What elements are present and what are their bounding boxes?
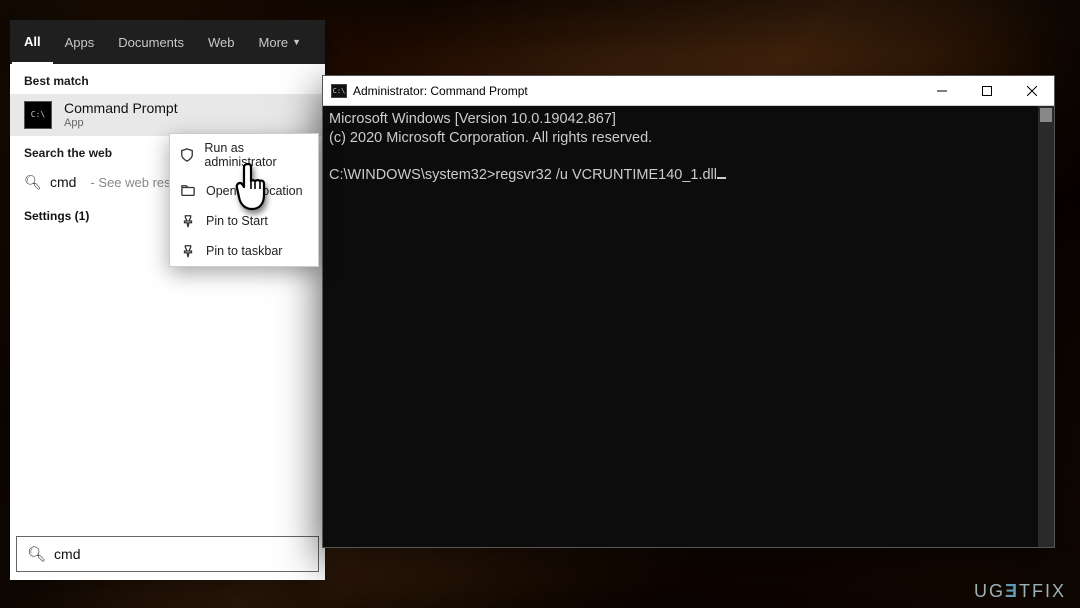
search-results-panel: All Apps Documents Web More ▼ Best match… — [10, 20, 325, 580]
best-match-label: Best match — [10, 64, 325, 94]
pointer-cursor-icon — [230, 163, 276, 215]
search-filter-tabs: All Apps Documents Web More ▼ — [10, 20, 325, 64]
folder-icon — [180, 183, 196, 199]
chevron-down-icon: ▼ — [292, 37, 301, 47]
result-command-prompt[interactable]: C:\ Command Prompt App — [10, 94, 325, 136]
cmd-command: regsvr32 /u VCRUNTIME140_1.dll — [495, 167, 717, 183]
watermark-pre: UG — [974, 581, 1005, 601]
tab-all[interactable]: All — [12, 20, 53, 64]
search-input[interactable] — [54, 546, 308, 562]
shield-icon — [180, 147, 194, 163]
scrollbar-thumb[interactable] — [1040, 108, 1052, 122]
cmd-titlebar[interactable]: C:\ Administrator: Command Prompt — [323, 76, 1054, 106]
watermark-g: Ǝ — [1005, 581, 1019, 601]
search-input-box[interactable]: 🔍︎ — [16, 536, 319, 572]
cmd-output-area[interactable]: Microsoft Windows [Version 10.0.19042.86… — [323, 106, 1054, 547]
pin-icon — [180, 213, 196, 229]
cmd-line: (c) 2020 Microsoft Corporation. All righ… — [329, 130, 652, 146]
tab-more-label: More — [259, 35, 289, 50]
close-button[interactable] — [1009, 76, 1054, 106]
cmd-icon: C:\ — [24, 101, 52, 129]
minimize-button[interactable] — [919, 76, 964, 106]
ctx-label: Pin to Start — [206, 214, 268, 228]
ctx-pin-to-taskbar[interactable]: Pin to taskbar — [170, 236, 318, 266]
text-cursor — [717, 177, 726, 179]
result-title: Command Prompt — [64, 100, 178, 117]
cmd-window: C:\ Administrator: Command Prompt Micros… — [322, 75, 1055, 548]
pin-icon — [180, 243, 196, 259]
search-icon: 🔍︎ — [27, 545, 46, 563]
watermark: UGƎTFIX — [974, 581, 1066, 602]
watermark-post: TFIX — [1019, 581, 1066, 601]
result-text: Command Prompt App — [64, 100, 178, 130]
result-subtitle: App — [64, 117, 178, 130]
cmd-window-title: Administrator: Command Prompt — [353, 84, 919, 98]
cmd-line: Microsoft Windows [Version 10.0.19042.86… — [329, 111, 616, 127]
maximize-button[interactable] — [964, 76, 1009, 106]
search-icon: 🔍︎ — [24, 174, 40, 191]
tab-apps[interactable]: Apps — [53, 20, 107, 64]
tab-web[interactable]: Web — [196, 20, 247, 64]
cmd-prompt: C:\WINDOWS\system32> — [329, 167, 495, 183]
tab-more[interactable]: More ▼ — [247, 20, 314, 64]
ctx-label: Pin to taskbar — [206, 244, 282, 258]
tab-documents[interactable]: Documents — [106, 20, 196, 64]
scrollbar[interactable] — [1038, 106, 1054, 547]
cmd-app-icon: C:\ — [331, 84, 347, 98]
web-query: cmd — [50, 174, 76, 190]
